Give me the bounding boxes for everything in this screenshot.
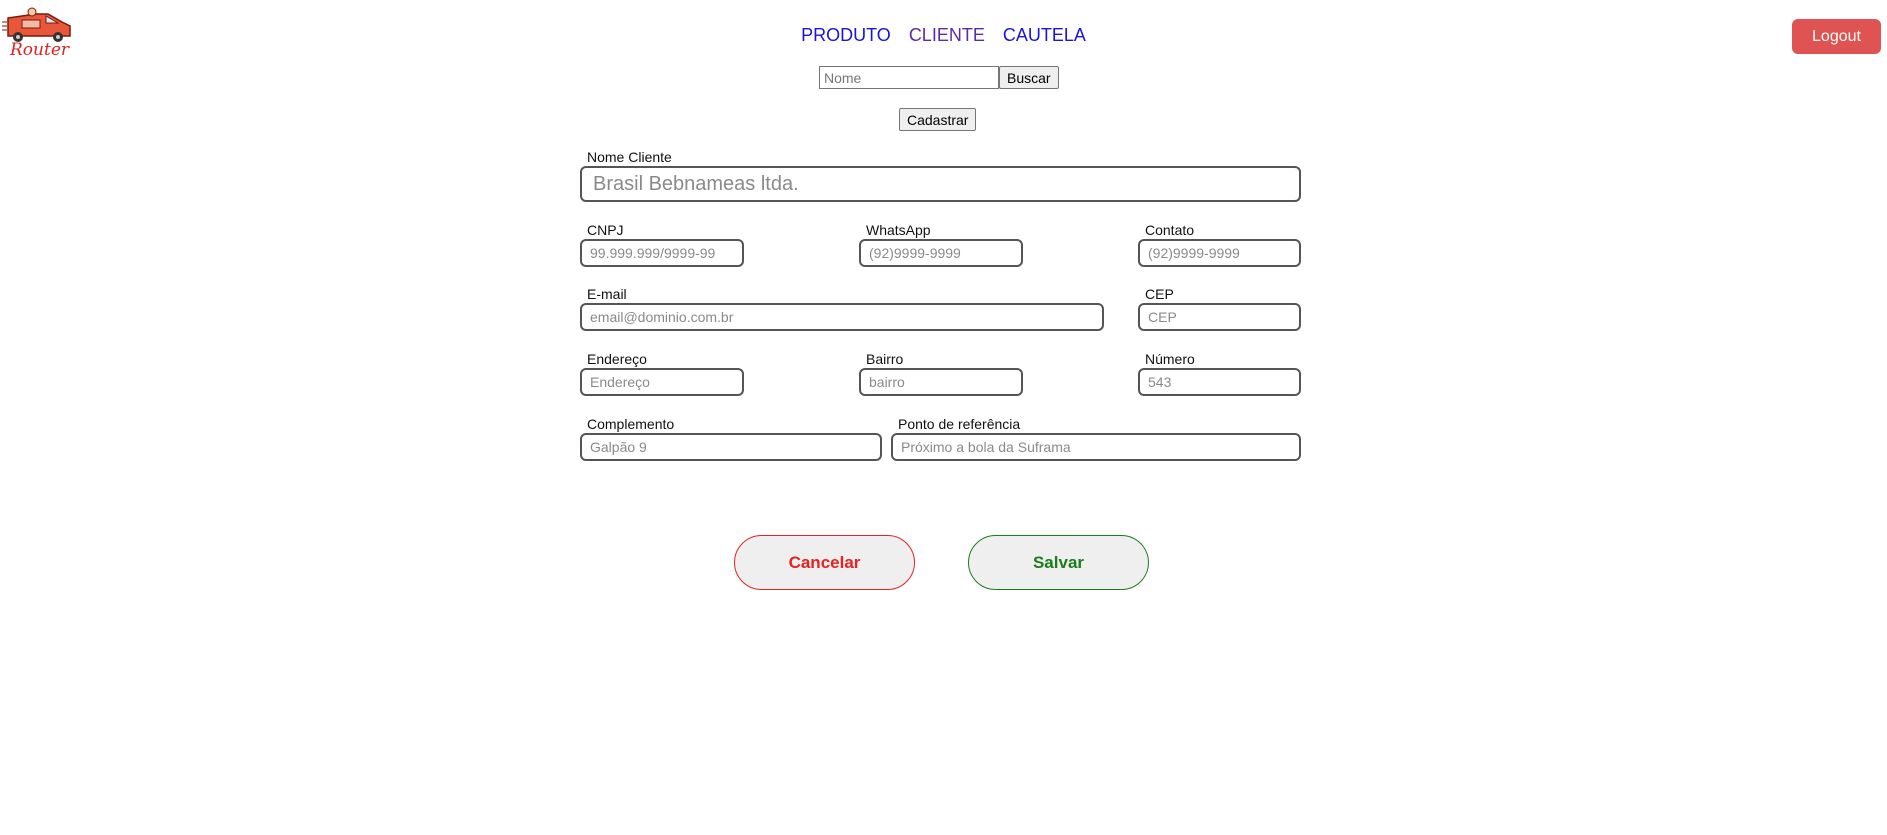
whatsapp-input[interactable] bbox=[859, 239, 1023, 267]
bairro-input[interactable] bbox=[859, 368, 1023, 396]
main-nav: PRODUTO CLIENTE CAUTELA bbox=[0, 25, 1887, 46]
email-input[interactable] bbox=[580, 303, 1104, 331]
search-bar: Buscar bbox=[819, 66, 1059, 89]
cep-input[interactable] bbox=[1138, 303, 1301, 331]
numero-label: Número bbox=[1145, 351, 1195, 367]
referencia-input[interactable] bbox=[891, 433, 1301, 461]
whatsapp-field: WhatsApp bbox=[859, 222, 1023, 267]
contato-field: Contato bbox=[1138, 222, 1301, 267]
numero-field: Número bbox=[1138, 351, 1301, 396]
referencia-label: Ponto de referência bbox=[898, 416, 1021, 432]
contato-label: Contato bbox=[1145, 222, 1195, 238]
complemento-label: Complemento bbox=[587, 416, 675, 432]
nav-cliente[interactable]: CLIENTE bbox=[909, 25, 985, 46]
endereco-label: Endereço bbox=[587, 351, 647, 367]
nome-cliente-input[interactable] bbox=[580, 166, 1301, 202]
contato-input[interactable] bbox=[1138, 239, 1301, 267]
complemento-input[interactable] bbox=[580, 433, 882, 461]
nome-cliente-field: Nome Cliente bbox=[580, 149, 1301, 202]
search-input[interactable] bbox=[819, 66, 999, 89]
cancel-button[interactable]: Cancelar bbox=[734, 535, 915, 590]
nome-cliente-label: Nome Cliente bbox=[587, 149, 672, 165]
register-button[interactable]: Cadastrar bbox=[899, 108, 977, 131]
endereco-input[interactable] bbox=[580, 368, 744, 396]
cep-field: CEP bbox=[1138, 286, 1301, 331]
save-button[interactable]: Salvar bbox=[968, 535, 1149, 590]
cep-label: CEP bbox=[1145, 286, 1174, 302]
nav-cautela[interactable]: CAUTELA bbox=[1003, 25, 1086, 46]
search-button[interactable]: Buscar bbox=[999, 66, 1059, 89]
email-label: E-mail bbox=[587, 286, 627, 302]
email-field: E-mail bbox=[580, 286, 1104, 331]
cnpj-field: CNPJ bbox=[580, 222, 744, 267]
endereco-field: Endereço bbox=[580, 351, 744, 396]
cnpj-label: CNPJ bbox=[587, 222, 624, 238]
referencia-field: Ponto de referência bbox=[891, 416, 1301, 461]
bairro-label: Bairro bbox=[866, 351, 904, 367]
bairro-field: Bairro bbox=[859, 351, 1023, 396]
nav-produto[interactable]: PRODUTO bbox=[801, 25, 891, 46]
complemento-field: Complemento bbox=[580, 416, 882, 461]
numero-input[interactable] bbox=[1138, 368, 1301, 396]
cnpj-input[interactable] bbox=[580, 239, 744, 267]
logout-button[interactable]: Logout bbox=[1792, 19, 1881, 54]
whatsapp-label: WhatsApp bbox=[866, 222, 931, 238]
